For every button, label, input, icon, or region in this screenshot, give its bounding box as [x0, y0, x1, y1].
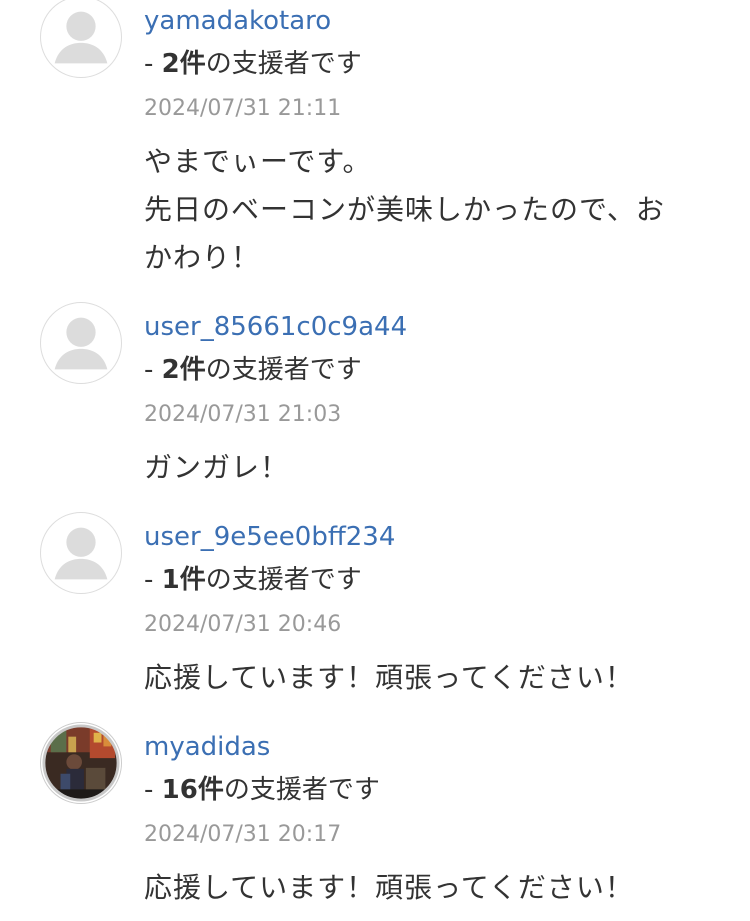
supporter-suffix: の支援者です [205, 355, 362, 385]
comment-body: やまでぃーです。 先日のベーコンが美味しかったので、お かわり！ [144, 138, 704, 282]
supporter-count-text: - 16件の支援者です [144, 773, 380, 807]
username-link[interactable]: user_85661c0c9a44 [144, 310, 407, 344]
comment-date: 2024/07/31 20:46 [144, 612, 342, 637]
comment-body-line: ガンガレ！ [144, 451, 290, 484]
username-link[interactable]: myadidas [144, 730, 270, 764]
supporter-comments-page: { "comments": [ { "username": "yamadakot… [0, 0, 750, 921]
supporter-prefix: - [144, 565, 162, 595]
supporter-suffix: の支援者です [205, 565, 362, 595]
supporter-count: 2件 [161, 49, 206, 79]
supporter-count-text: - 2件の支援者です [144, 353, 362, 387]
default-user-icon [54, 317, 108, 370]
avatar[interactable] [40, 0, 122, 78]
supporter-count-text: - 1件の支援者です [144, 563, 362, 597]
comment-body: 応援しています！頑張ってください！ [144, 864, 704, 912]
default-user-icon [54, 527, 108, 580]
username-link[interactable]: user_9e5ee0bff234 [144, 520, 395, 554]
comment-body: ガンガレ！ [144, 444, 704, 492]
supporter-suffix: の支援者です [205, 49, 362, 79]
comment-body-line: かわり！ [144, 241, 261, 274]
supporter-count-text: - 2件の支援者です [144, 47, 362, 81]
supporter-prefix: - [144, 775, 162, 805]
comment-date: 2024/07/31 21:03 [144, 402, 342, 427]
comment-body: 応援しています！頑張ってください！ [144, 654, 704, 702]
comment-body-line: 先日のベーコンが美味しかったので、お [144, 193, 665, 226]
username-link[interactable]: yamadakotaro [144, 4, 331, 38]
avatar[interactable] [40, 722, 122, 804]
supporter-prefix: - [144, 355, 162, 385]
supporter-prefix: - [144, 49, 162, 79]
comment-body-line: 応援しています！頑張ってください！ [144, 661, 634, 694]
default-user-icon [54, 11, 108, 64]
comment-body-line: やまでぃーです。 [144, 145, 372, 178]
supporter-count: 16件 [161, 775, 224, 805]
supporter-count: 2件 [161, 355, 206, 385]
comment-date: 2024/07/31 20:17 [144, 822, 342, 847]
supporter-count: 1件 [161, 565, 206, 595]
avatar[interactable] [40, 512, 122, 594]
user-photo-icon [42, 724, 120, 802]
comment-body-line: 応援しています！頑張ってください！ [144, 871, 634, 904]
avatar[interactable] [40, 302, 122, 384]
supporter-suffix: の支援者です [223, 775, 380, 805]
comment-date: 2024/07/31 21:11 [144, 96, 342, 121]
